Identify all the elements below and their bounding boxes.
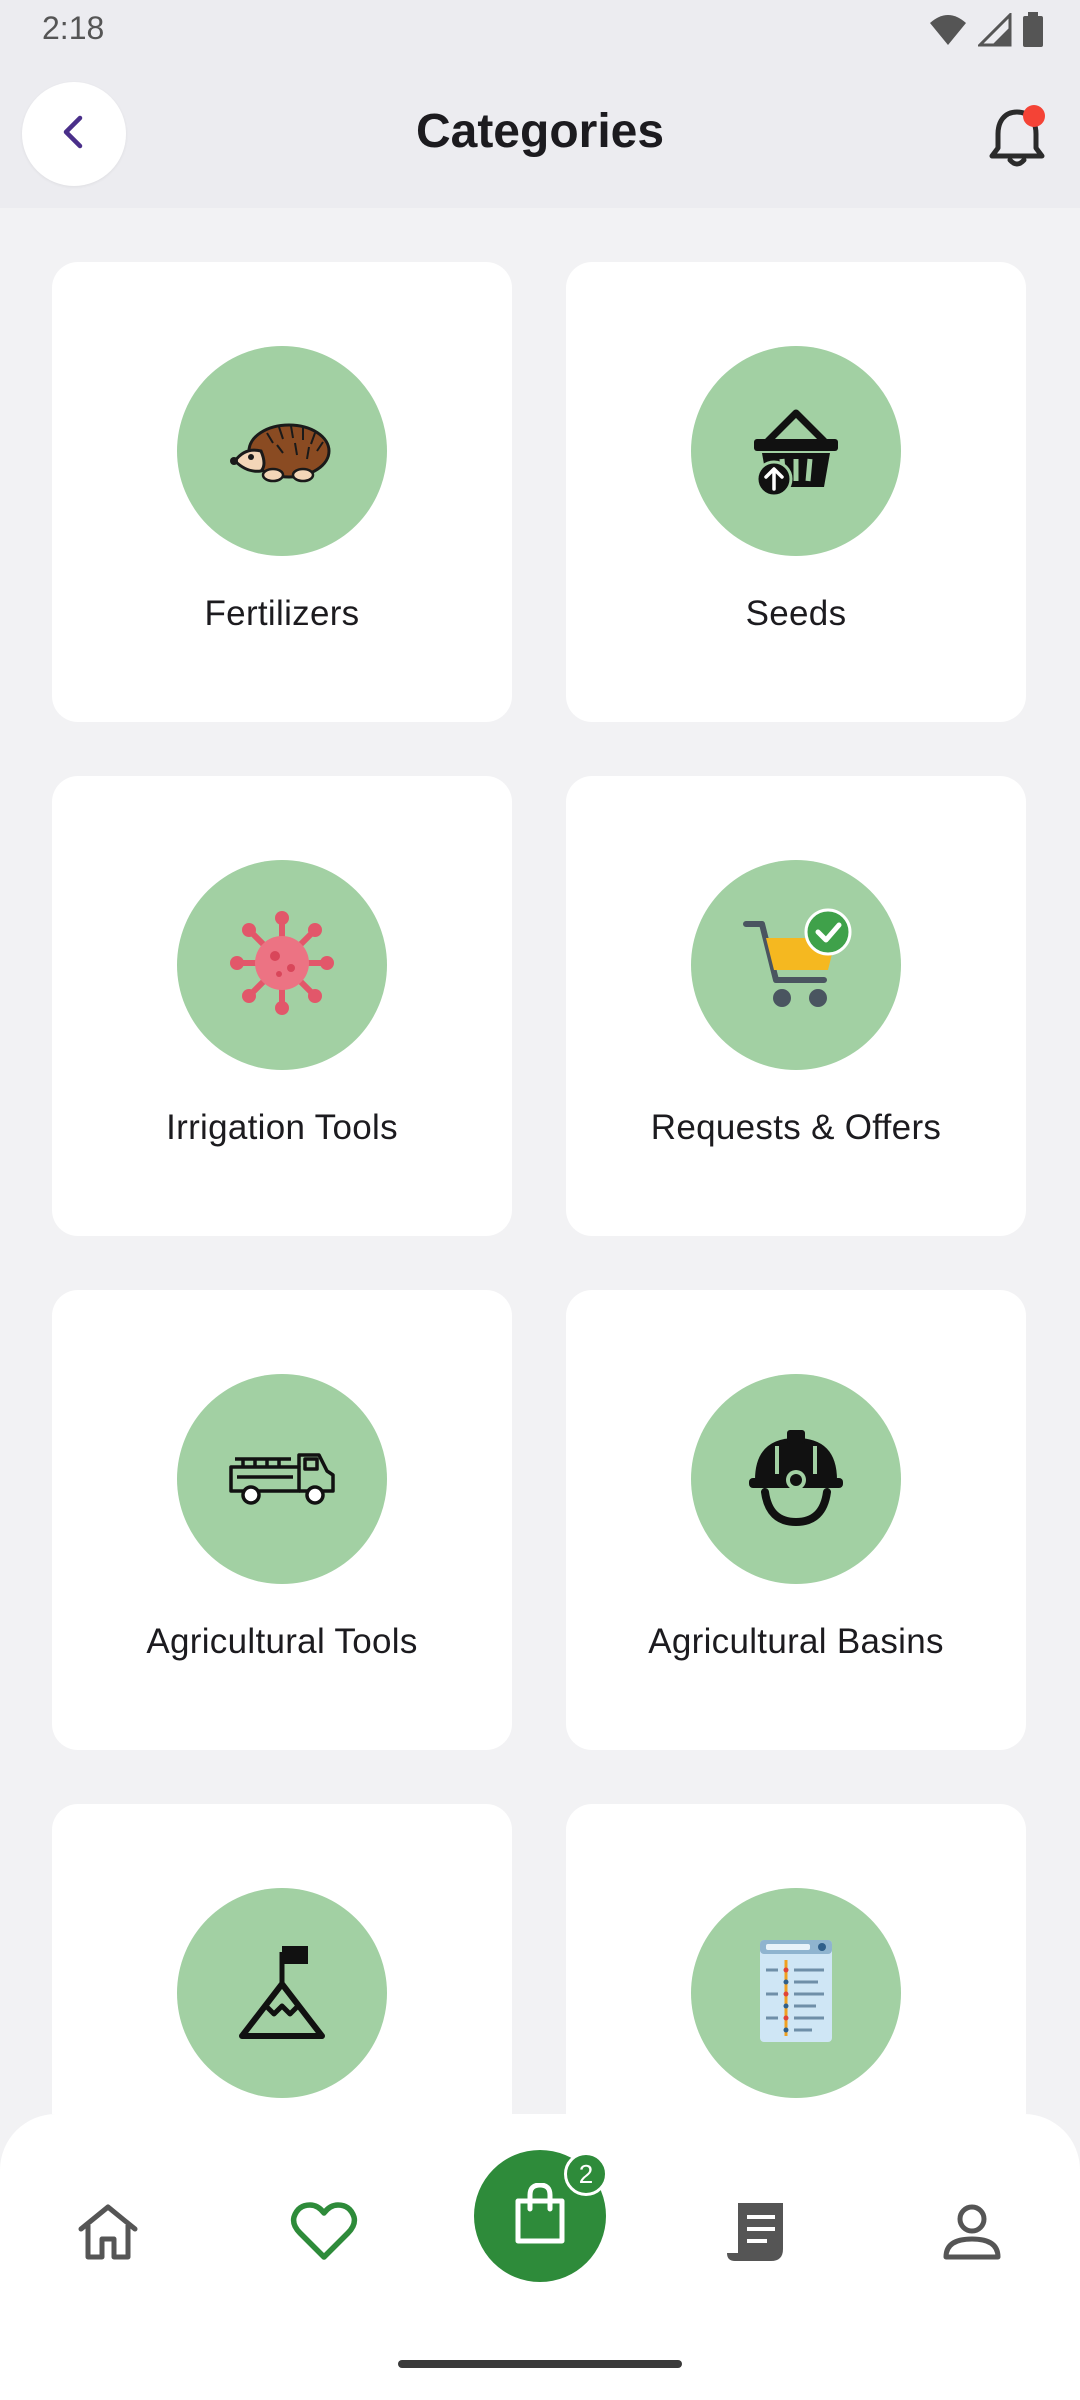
page-title: Categories — [415, 105, 665, 158]
status-bar: 2:18 — [0, 0, 1080, 60]
bell-icon — [982, 105, 1052, 176]
category-icon-circle — [691, 346, 901, 556]
home-indicator[interactable] — [398, 2360, 682, 2368]
category-icon-circle — [691, 1374, 901, 1584]
category-label: Requests & Offers — [650, 1108, 942, 1147]
cart-button[interactable]: 2 — [474, 2150, 608, 2282]
heart-icon — [290, 2201, 358, 2268]
hedgehog-icon — [227, 409, 337, 494]
miner-helmet-icon — [741, 1422, 851, 1537]
category-label: Seeds — [745, 594, 847, 633]
fire-truck-icon — [227, 1447, 337, 1512]
category-icon-circle — [691, 860, 901, 1070]
cart-icon — [512, 2181, 568, 2250]
category-label: Agricultural Basins — [648, 1622, 944, 1661]
category-card-7[interactable] — [52, 1804, 512, 2114]
category-grid: Fertilizers Seeds Irrigation Tools Reque… — [0, 208, 1080, 2114]
nav-orders[interactable] — [708, 2186, 804, 2282]
category-icon-circle — [691, 1888, 901, 2098]
nav-favorites[interactable] — [276, 2186, 372, 2282]
profile-icon — [941, 2201, 1003, 2268]
category-label: Fertilizers — [204, 594, 360, 633]
mountain-flag-icon — [232, 1936, 332, 2051]
category-card-agricultural-basins[interactable]: Agricultural Basins — [566, 1290, 1026, 1750]
bottom-navigation: 2 — [0, 2114, 1080, 2400]
category-icon-circle — [177, 1888, 387, 2098]
notification-button[interactable] — [982, 102, 1052, 172]
category-label: Agricultural Tools — [146, 1622, 418, 1661]
cart-badge: 2 — [564, 2152, 608, 2196]
receipt-icon — [725, 2199, 787, 2270]
category-card-agricultural-tools[interactable]: Agricultural Tools — [52, 1290, 512, 1750]
nav-home[interactable] — [60, 2186, 156, 2282]
battery-icon — [1022, 12, 1044, 53]
cart-check-icon — [736, 908, 856, 1023]
category-card-irrigation-tools[interactable]: Irrigation Tools — [52, 776, 512, 1236]
wifi-icon — [928, 13, 968, 52]
status-time: 2:18 — [42, 10, 105, 46]
nav-profile[interactable] — [924, 2186, 1020, 2282]
category-label: Irrigation Tools — [166, 1108, 398, 1147]
category-icon-circle — [177, 346, 387, 556]
category-icon-circle — [177, 860, 387, 1070]
category-card-fertilizers[interactable]: Fertilizers — [52, 262, 512, 722]
status-icons — [928, 11, 1044, 53]
home-icon — [75, 2201, 141, 2268]
document-list-icon — [756, 1936, 836, 2051]
category-card-seeds[interactable]: Seeds — [566, 262, 1026, 722]
basket-upload-icon — [746, 399, 846, 504]
category-card-requests-offers[interactable]: Requests & Offers — [566, 776, 1026, 1236]
category-icon-circle — [177, 1374, 387, 1584]
app-bar: Categories — [0, 60, 1080, 208]
virus-icon — [227, 908, 337, 1023]
cellular-signal-icon — [976, 11, 1012, 52]
category-card-8[interactable] — [566, 1804, 1026, 2114]
